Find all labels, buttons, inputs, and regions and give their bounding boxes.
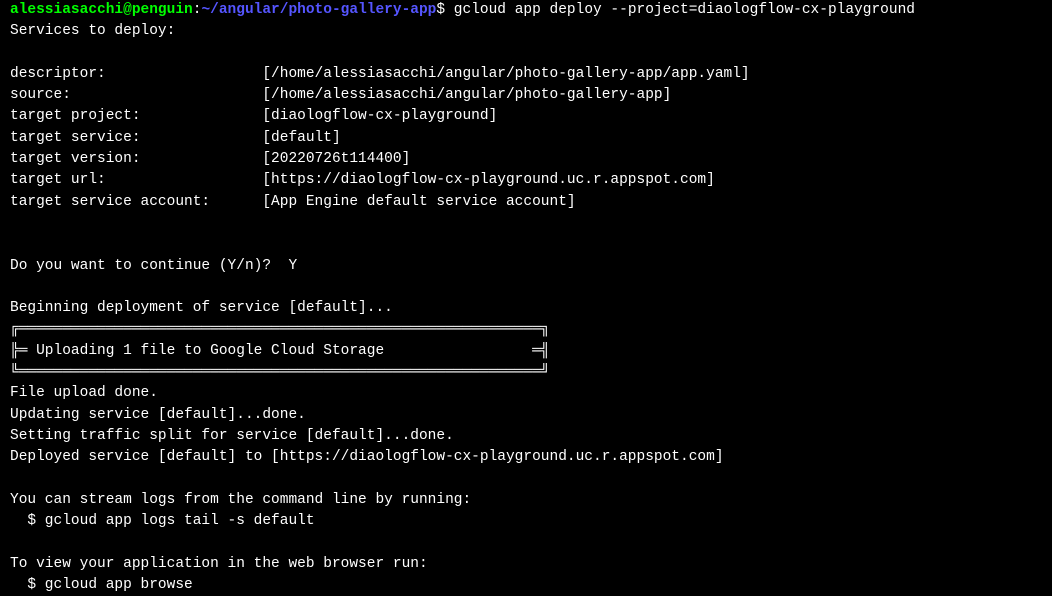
prompt-user: alessiasacchi@penguin	[10, 2, 193, 18]
prompt-path: ~/angular/photo-gallery-app	[201, 2, 436, 18]
target-url-line: target url: [https://diaologflow-cx-play…	[10, 172, 715, 188]
target-project-line: target project: [diaologflow-cx-playgrou…	[10, 108, 497, 124]
terminal-output[interactable]: alessiasacchi@penguin:~/angular/photo-ga…	[10, 0, 1042, 596]
logs-cmd-line: $ gcloud app logs tail -s default	[10, 513, 315, 529]
target-sa-line: target service account: [App Engine defa…	[10, 194, 576, 210]
beginning-line: Beginning deployment of service [default…	[10, 300, 393, 316]
box-bottom: ╚═══════════════════════════════════════…	[10, 364, 550, 380]
descriptor-line: descriptor: [/home/alessiasacchi/angular…	[10, 66, 750, 82]
file-upload-line: File upload done.	[10, 385, 158, 401]
view-app-line: To view your application in the web brow…	[10, 556, 428, 572]
stream-logs-line: You can stream logs from the command lin…	[10, 492, 471, 508]
prompt-dollar: $	[436, 2, 453, 18]
browse-cmd-line: $ gcloud app browse	[10, 577, 193, 593]
services-header: Services to deploy:	[10, 23, 175, 39]
target-service-line: target service: [default]	[10, 130, 341, 146]
command-text: gcloud app deploy --project=diaologflow-…	[454, 2, 915, 18]
prompt-line: alessiasacchi@penguin:~/angular/photo-ga…	[10, 2, 915, 18]
deployed-line: Deployed service [default] to [https://d…	[10, 449, 724, 465]
traffic-line: Setting traffic split for service [defau…	[10, 428, 454, 444]
continue-prompt: Do you want to continue (Y/n)? Y	[10, 258, 297, 274]
source-line: source: [/home/alessiasacchi/angular/pho…	[10, 87, 671, 103]
updating-line: Updating service [default]...done.	[10, 407, 306, 423]
box-top: ╔═══════════════════════════════════════…	[10, 321, 550, 337]
box-mid: ╠═ Uploading 1 file to Google Cloud Stor…	[10, 343, 550, 359]
target-version-line: target version: [20220726t114400]	[10, 151, 410, 167]
